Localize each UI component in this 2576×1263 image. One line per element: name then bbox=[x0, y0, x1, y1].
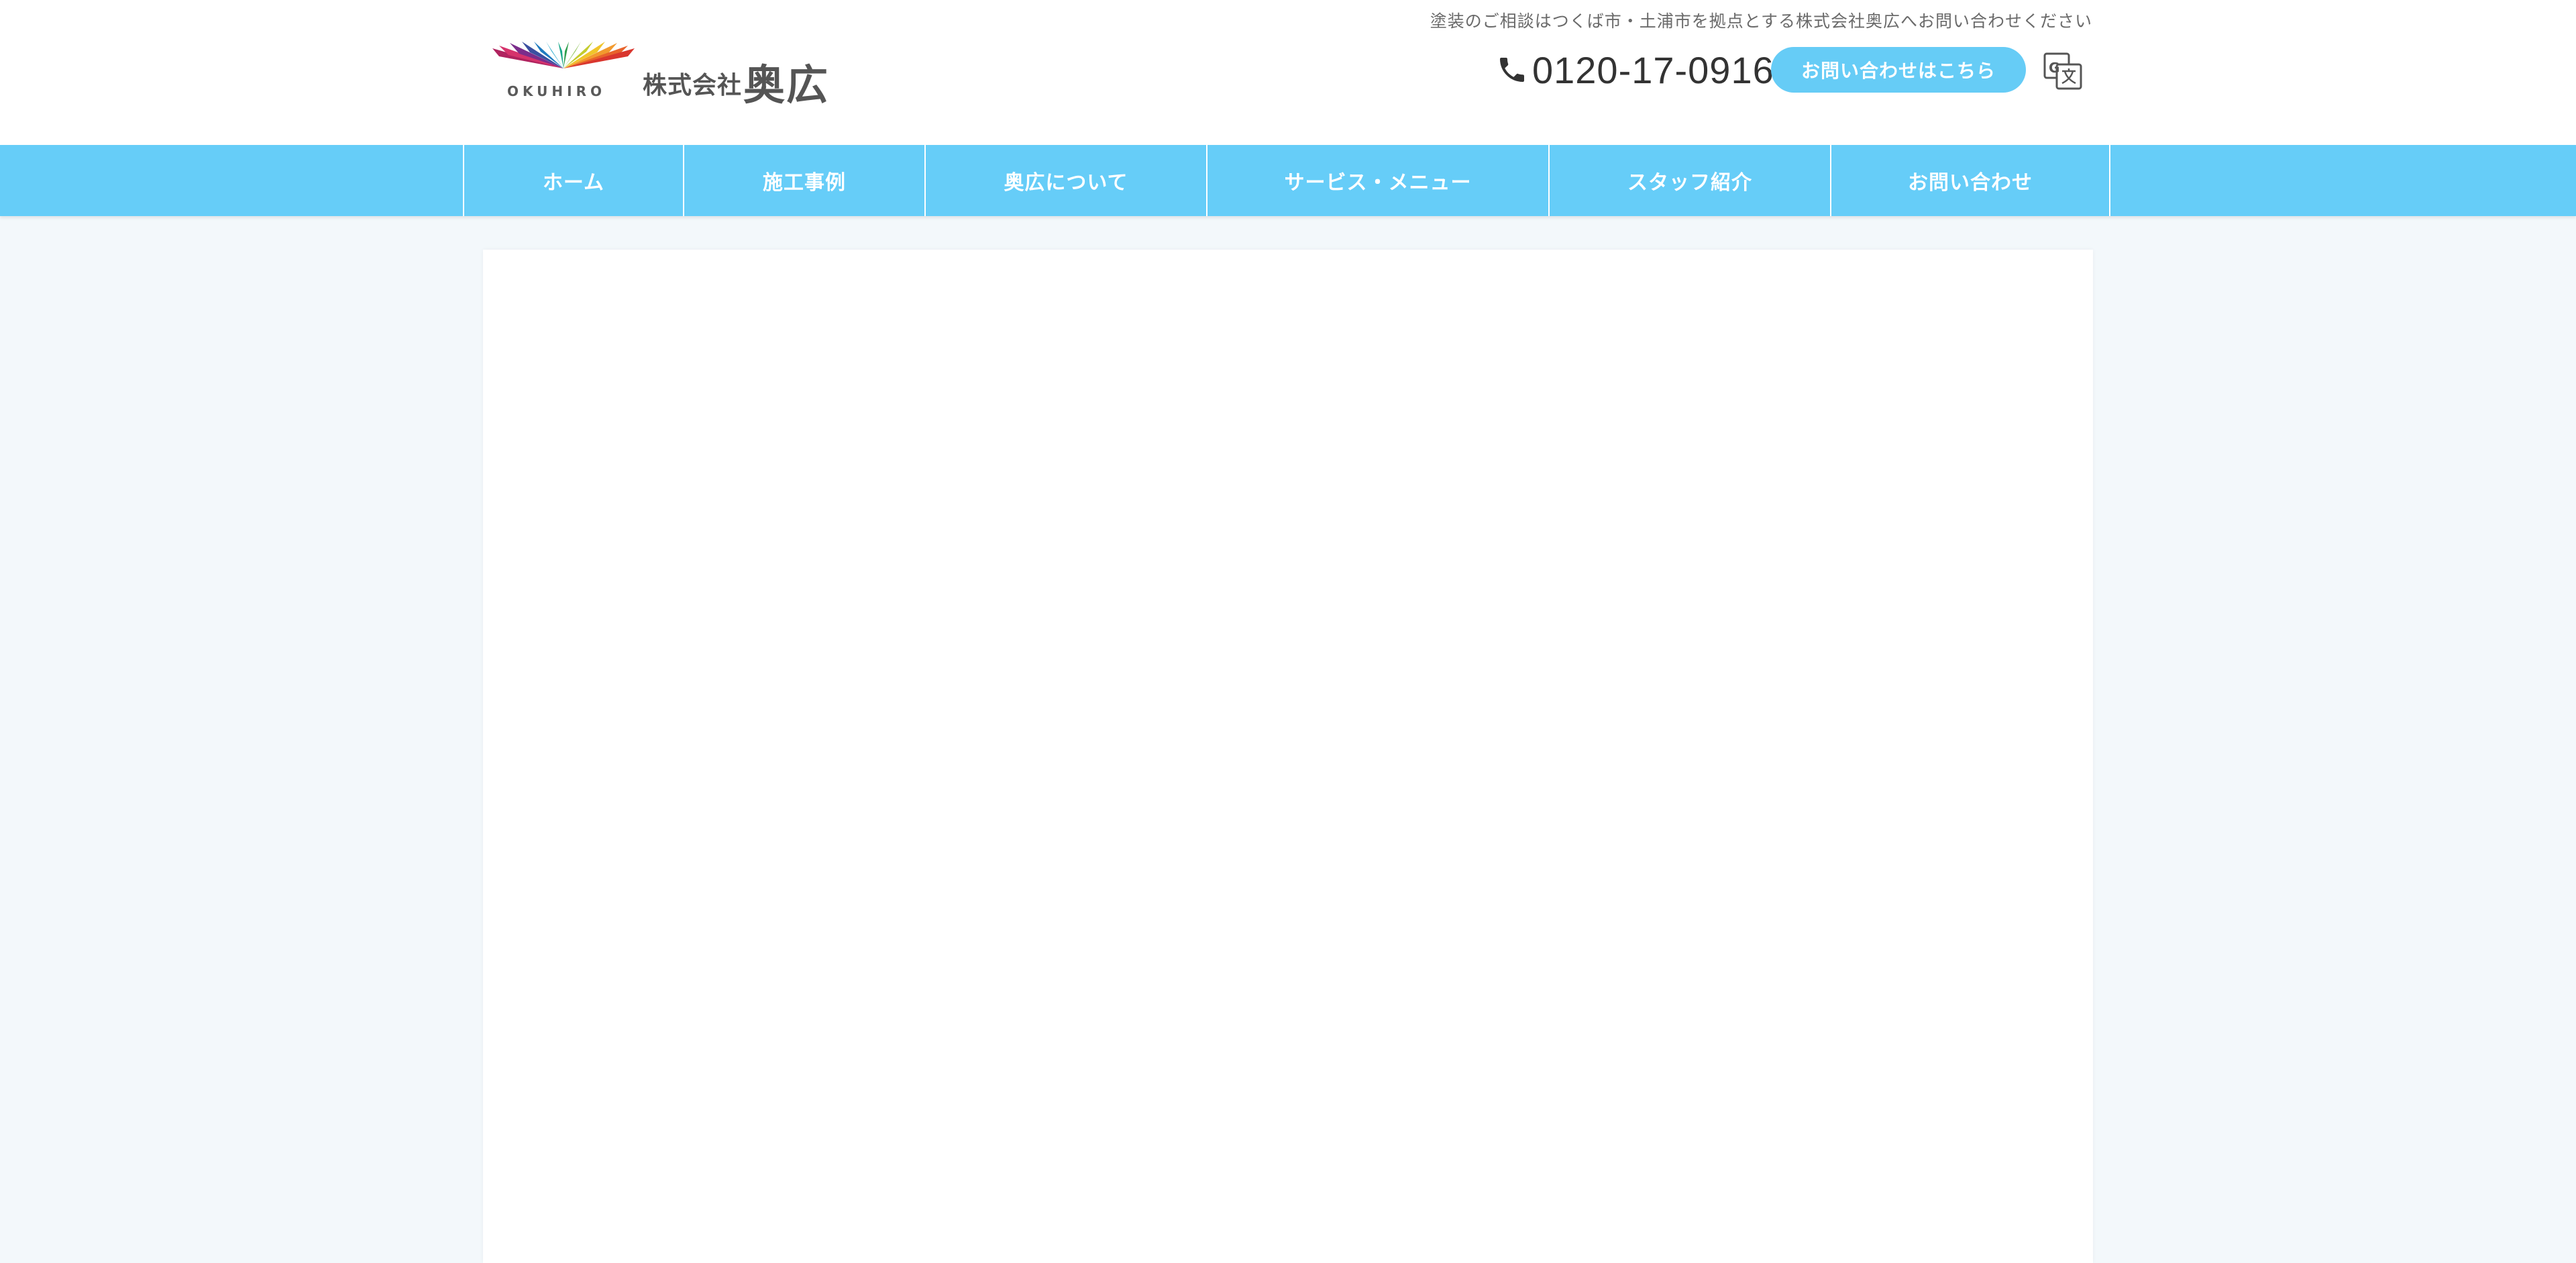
logo-english-text: OKUHIRO bbox=[507, 83, 606, 99]
nav-item-works[interactable]: 施工事例 bbox=[684, 145, 926, 216]
google-translate-icon[interactable]: G bbox=[2043, 52, 2082, 90]
header-tagline: 塗装のご相談はつくば市・土浦市を拠点とする株式会社奥広へお問い合わせください bbox=[1430, 11, 2092, 31]
logo-company-type: 株式会社 bbox=[643, 72, 743, 99]
site-header: 塗装のご相談はつくば市・土浦市を拠点とする株式会社奥広へお問い合わせください O… bbox=[0, 0, 2576, 145]
nav-item-services[interactable]: サービス・メニュー bbox=[1208, 145, 1550, 216]
nav-item-about[interactable]: 奥広について bbox=[926, 145, 1208, 216]
nav-item-staff[interactable]: スタッフ紹介 bbox=[1550, 145, 1831, 216]
main-nav: ホーム 施工事例 奥広について サービス・メニュー スタッフ紹介 お問い合わせ bbox=[0, 145, 2576, 216]
nav-item-home[interactable]: ホーム bbox=[464, 145, 684, 216]
logo-company-name: 奥広 bbox=[743, 60, 830, 109]
phone-link[interactable]: 0120-17-0916 bbox=[1496, 48, 1774, 91]
page: 塗装のご相談はつくば市・土浦市を拠点とする株式会社奥広へお問い合わせください O… bbox=[0, 0, 2576, 1263]
svg-text:G: G bbox=[2049, 60, 2059, 76]
nav-list: ホーム 施工事例 奥広について サービス・メニュー スタッフ紹介 お問い合わせ bbox=[463, 145, 2110, 216]
main-content-card bbox=[483, 250, 2093, 1263]
nav-item-contact[interactable]: お問い合わせ bbox=[1831, 145, 2110, 216]
site-logo[interactable]: OKUHIRO 株式会社 奥広 bbox=[490, 42, 832, 109]
phone-number: 0120-17-0916 bbox=[1532, 48, 1774, 91]
phone-icon bbox=[1500, 58, 1524, 82]
contact-button[interactable]: お問い合わせはこちら bbox=[1771, 47, 2026, 93]
